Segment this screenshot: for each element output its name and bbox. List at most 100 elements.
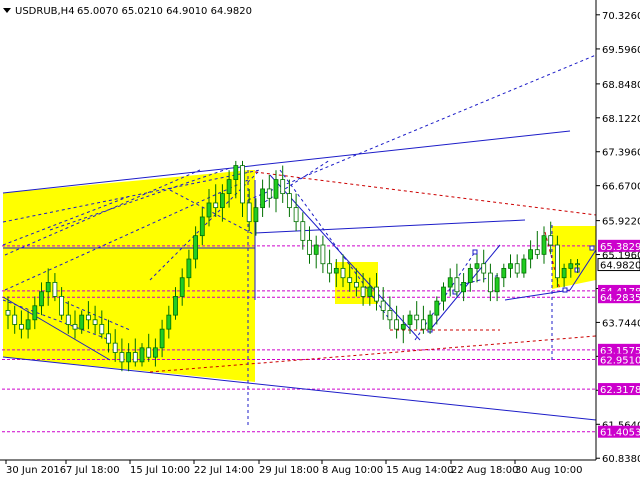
candle-body (293, 207, 299, 223)
x-tick-label: 29 Jul 18:00 (259, 465, 319, 476)
candle-body (501, 267, 507, 279)
candle-body (333, 267, 339, 274)
candle-body (260, 188, 266, 209)
candle-body (561, 267, 567, 279)
chart-header: USDRUB,H4 65.0070 65.0210 64.9010 64.982… (3, 6, 252, 17)
x-tick-label: 8 Aug 10:00 (322, 465, 383, 476)
candle-body (514, 263, 520, 274)
candle-body (367, 286, 373, 297)
y-tick-label: 66.6700 (602, 182, 640, 193)
candle-body (487, 272, 493, 293)
candle-body (152, 347, 158, 358)
candle-body (273, 179, 279, 199)
candle-body (52, 282, 58, 297)
candle-body (126, 352, 131, 363)
candle-body (246, 202, 252, 223)
trendline (2, 130, 571, 194)
candle-body (226, 179, 232, 195)
candle-body (454, 277, 460, 293)
candle-body (32, 305, 38, 321)
candle-body (266, 188, 272, 199)
candle-body (434, 300, 440, 316)
candle-body (474, 263, 480, 269)
candle-body (106, 333, 111, 344)
candle-body (300, 221, 306, 241)
candle-body (213, 202, 219, 209)
candle-body (219, 193, 225, 209)
candle-body (159, 328, 165, 349)
candle-body (461, 282, 467, 293)
candle-body (199, 216, 205, 237)
trendline (504, 289, 571, 301)
pivot-marker (589, 245, 595, 251)
x-tick-label: 30 Aug 10:00 (515, 465, 582, 476)
candle-body (380, 300, 386, 311)
y-tick-label: 65.9220 (602, 217, 640, 228)
candle-body (313, 244, 319, 255)
candle-body (400, 324, 406, 330)
pivot-marker (472, 249, 478, 255)
candle-body (575, 263, 580, 266)
candle-body (39, 291, 44, 307)
candle-body (447, 277, 453, 288)
candle-body (193, 235, 199, 260)
y-tick-label: 70.3260 (602, 11, 640, 22)
candle-body (18, 324, 24, 330)
candle-body (441, 286, 446, 302)
ohlc-values: 65.0070 65.0210 64.9010 64.9820 (77, 6, 252, 17)
candle-body (12, 314, 18, 325)
candle-body (253, 207, 259, 223)
candle-body (481, 263, 487, 274)
candle-body (320, 244, 326, 265)
dropdown-arrow-icon[interactable] (3, 8, 11, 13)
trendline (269, 174, 421, 341)
candle-body (521, 258, 527, 274)
candle-body (407, 314, 413, 325)
candle-body (186, 258, 192, 279)
candle-body (494, 277, 500, 293)
candle-body (240, 165, 245, 204)
candle-body (340, 267, 346, 279)
candle-body (327, 263, 333, 274)
candle-body (112, 342, 118, 353)
level-tag-label: 65.3829 (600, 242, 640, 253)
candle-body (5, 310, 11, 316)
y-tick-label: 69.5960 (602, 45, 640, 56)
x-tick-label: 30 Jun 2016 (6, 465, 66, 476)
candle-body (45, 282, 51, 293)
candle-body (555, 244, 560, 279)
level-tag-label: 61.4053 (600, 428, 640, 439)
candle-body (79, 314, 85, 330)
candle-body (427, 314, 433, 330)
x-tick-label: 22 Jul 14:00 (194, 465, 254, 476)
trendline (2, 356, 597, 421)
y-tick-label: 68.8480 (602, 80, 640, 91)
candle-body (541, 235, 547, 255)
candle-body (179, 277, 185, 297)
candle-body (280, 179, 286, 195)
pivot-marker (562, 287, 568, 293)
candle-body (173, 296, 178, 316)
candle-body (534, 249, 540, 255)
trendline (247, 54, 597, 201)
candle-body (508, 263, 513, 269)
level-labels: 65.382964.417864.283563.157562.951062.31… (597, 239, 640, 439)
candle-body (59, 296, 64, 316)
x-tick-label: 15 Aug 14:00 (386, 465, 453, 476)
candle-body (528, 249, 533, 260)
candle-body (25, 319, 31, 330)
y-tick-label: 68.1220 (602, 114, 640, 125)
candle-body (92, 319, 98, 325)
candle-body (166, 314, 172, 330)
candle-body (568, 263, 574, 269)
candle-body (86, 314, 91, 321)
trendline (254, 171, 597, 216)
candle-body (233, 165, 239, 180)
candle-body (65, 314, 71, 325)
candle-body (119, 352, 125, 363)
candle-body (307, 239, 312, 255)
candle-body (387, 310, 393, 321)
candle-body (206, 202, 212, 218)
level-tag-label: 62.3178 (600, 385, 640, 396)
candle-body (548, 235, 554, 246)
